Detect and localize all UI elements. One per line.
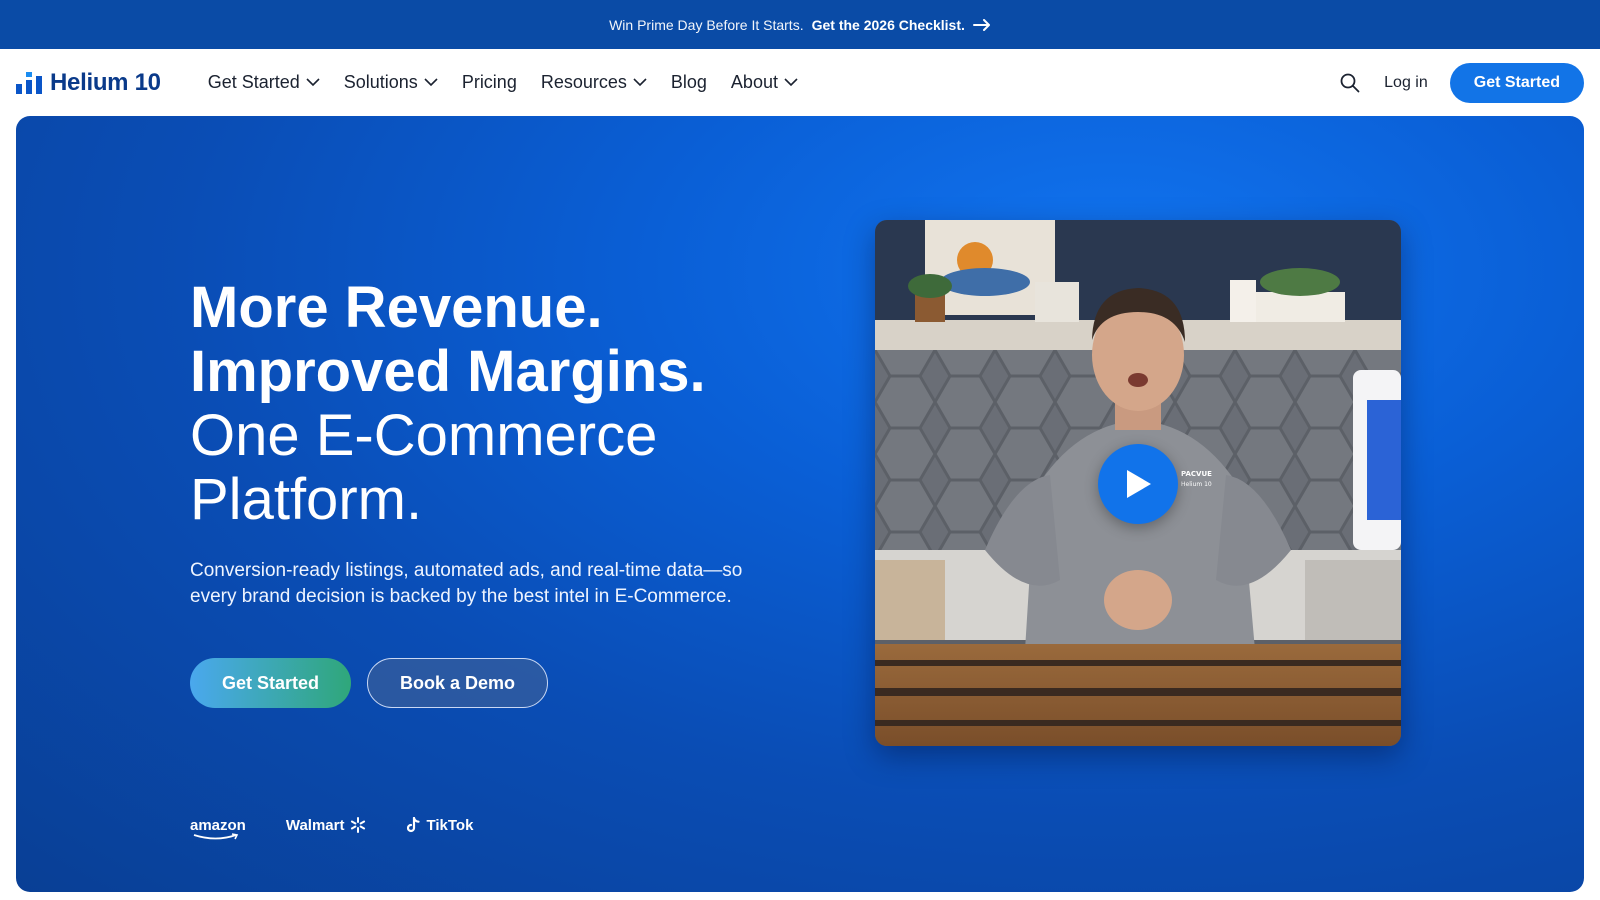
- headline-line-1: More Revenue.: [190, 275, 603, 340]
- amazon-logo: amazon: [190, 816, 246, 839]
- headline-line-2: Improved Margins.: [190, 339, 706, 404]
- nav-item-solutions[interactable]: Solutions: [344, 72, 438, 93]
- arrow-right-icon: [972, 18, 990, 31]
- shirt-text-1: PACVUE: [1181, 470, 1212, 478]
- announcement-text: Win Prime Day Before It Starts.: [609, 16, 804, 33]
- walmart-spark-icon: [351, 817, 366, 833]
- walmart-logo-text: Walmart: [285, 816, 345, 834]
- search-icon: [1340, 73, 1360, 92]
- nav-menu: Get Started Solutions Pricing Resources …: [208, 72, 798, 93]
- shirt-text-2: Helium 10: [1181, 481, 1212, 488]
- chevron-down-icon: [424, 78, 438, 87]
- book-demo-button[interactable]: Book a Demo: [367, 658, 549, 708]
- nav-item-label: About: [730, 72, 778, 92]
- nav-item-about[interactable]: About: [731, 72, 798, 93]
- hero-content: More Revenue. Improved Margins. One E-Co…: [190, 276, 810, 708]
- hero-headline: More Revenue. Improved Margins. One E-Co…: [190, 276, 810, 532]
- nav-item-label: Resources: [540, 72, 627, 92]
- nav-item-label: Blog: [670, 72, 707, 92]
- search-button[interactable]: [1338, 71, 1362, 95]
- play-icon: [1127, 470, 1151, 498]
- tiktok-logo: TikTok: [407, 817, 473, 834]
- partner-logos: amazon Walmart TikTok: [190, 816, 473, 839]
- logo-text: Helium 10: [50, 68, 161, 96]
- chevron-down-icon: [633, 78, 647, 87]
- hero-section: More Revenue. Improved Margins. One E-Co…: [16, 116, 1584, 892]
- hero-get-started-button[interactable]: Get Started: [190, 658, 352, 708]
- logo[interactable]: Helium 10: [16, 69, 161, 97]
- helium10-bars-icon: [16, 71, 42, 94]
- hero-subtext: Conversion-ready listings, automated ads…: [190, 560, 743, 607]
- amazon-logo-text: amazon: [190, 816, 246, 834]
- nav-item-label: Pricing: [461, 72, 517, 92]
- tiktok-note-icon: [407, 817, 421, 833]
- nav-item-pricing[interactable]: Pricing: [462, 72, 517, 93]
- nav-actions: Log in Get Started: [1338, 62, 1584, 103]
- headline-line-3: One E-Commerce: [190, 403, 658, 468]
- hero-buttons: Get Started Book a Demo: [190, 658, 810, 708]
- main-nav: Helium 10 Get Started Solutions Pricing …: [0, 49, 1600, 116]
- chevron-down-icon: [784, 78, 798, 87]
- login-link[interactable]: Log in: [1384, 74, 1428, 92]
- nav-item-resources[interactable]: Resources: [541, 72, 647, 93]
- nav-item-blog[interactable]: Blog: [671, 72, 707, 93]
- announcement-link[interactable]: Get the 2026 Checklist.: [812, 17, 991, 33]
- nav-item-label: Solutions: [343, 72, 418, 92]
- headline-line-4: Platform.: [190, 467, 423, 532]
- announcement-link-label: Get the 2026 Checklist.: [811, 16, 965, 33]
- nav-item-label: Get Started: [207, 72, 300, 92]
- announcement-bar: Win Prime Day Before It Starts. Get the …: [0, 0, 1600, 49]
- hero-video[interactable]: PACVUE Helium 10: [875, 220, 1401, 746]
- nav-item-get-started[interactable]: Get Started: [208, 72, 320, 93]
- play-button[interactable]: [1098, 444, 1178, 524]
- chevron-down-icon: [306, 78, 320, 87]
- amazon-smile-icon: [193, 832, 239, 839]
- tiktok-logo-text: TikTok: [426, 816, 474, 834]
- walmart-logo: Walmart: [286, 816, 368, 834]
- nav-get-started-button[interactable]: Get Started: [1449, 62, 1584, 103]
